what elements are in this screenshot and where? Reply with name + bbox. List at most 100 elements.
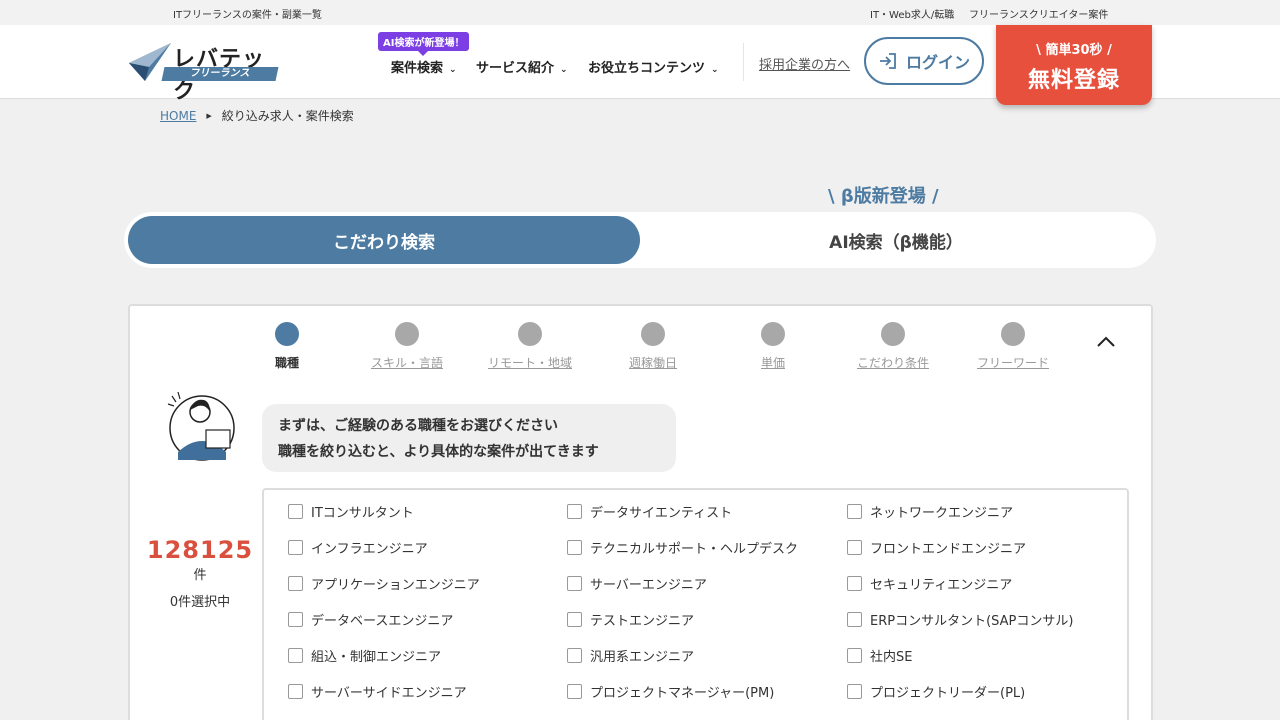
tab-ai-search[interactable]: AI検索（β機能）	[640, 216, 1152, 264]
recruiter-link[interactable]: 採用企業の方へ	[759, 54, 850, 73]
checkbox[interactable]	[847, 648, 862, 663]
job-option-label: 汎用系エンジニア	[590, 650, 695, 665]
ai-search-new-badge: AI検索が新登場！	[378, 32, 470, 56]
checkbox[interactable]	[567, 576, 582, 591]
chevron-down-icon: ⌄	[560, 65, 568, 75]
step-label: 週稼働日	[628, 356, 677, 370]
nav-services[interactable]: サービス紹介 ⌄	[476, 57, 568, 76]
step-preferences[interactable]: こだわり条件	[838, 322, 948, 371]
step-label: 職種	[274, 356, 299, 370]
checkbox[interactable]	[847, 540, 862, 555]
breadcrumb-home[interactable]: HOME	[160, 109, 196, 123]
job-option-label: フロントエンドエンジニア	[870, 542, 1027, 557]
logo[interactable]: レバテック フリーランス	[127, 41, 287, 104]
breadcrumb-current: 絞り込み求人・案件検索	[221, 109, 354, 123]
job-option[interactable]: 組込・制御エンジニア	[288, 646, 441, 665]
job-option-label: テストエンジニア	[590, 614, 695, 629]
register-subtext: \ 簡単30秒 /	[1036, 43, 1112, 58]
checkbox[interactable]	[288, 540, 303, 555]
job-option[interactable]: フロントエンドエンジニア	[847, 538, 1026, 557]
job-option[interactable]: セキュリティエンジニア	[847, 574, 1012, 593]
job-option-label: データサイエンティスト	[590, 506, 733, 521]
job-option[interactable]: ネットワークエンジニア	[847, 502, 1013, 521]
job-option-label: セキュリティエンジニア	[870, 578, 1013, 593]
top-bar: ITフリーランスの案件・副業一覧 IT・Web求人/転職 フリーランスクリエイタ…	[0, 0, 1280, 25]
checkbox[interactable]	[567, 648, 582, 663]
nav-job-search[interactable]: 案件検索 ⌄	[391, 57, 457, 76]
top-link-it-web-jobs[interactable]: IT・Web求人/転職	[870, 6, 954, 21]
step-remote-region[interactable]: リモート・地域	[475, 322, 585, 371]
job-option[interactable]: アプリケーションエンジニア	[288, 574, 480, 593]
result-count-unit: 件	[193, 568, 207, 583]
job-option-label: テクニカルサポート・ヘルプデスク	[590, 542, 799, 557]
guide-text-line2: 職種を絞り込むと、より具体的な案件が出てきます	[278, 444, 599, 460]
checkbox[interactable]	[288, 612, 303, 627]
job-option[interactable]: テクニカルサポート・ヘルプデスク	[567, 538, 798, 557]
job-option[interactable]: プロジェクトリーダー(PL)	[847, 682, 1025, 701]
checkbox[interactable]	[288, 648, 303, 663]
job-option[interactable]: サーバーエンジニア	[567, 574, 707, 593]
step-label: 単価	[760, 356, 785, 370]
job-option[interactable]: ITコンサルタント	[288, 502, 414, 521]
job-option-label: ITコンサルタント	[311, 506, 414, 521]
guide-text-line1: まずは、ご経験のある職種をお選びください	[278, 418, 558, 434]
header-divider	[743, 43, 744, 81]
search-panel: 職種 スキル・言語 リモート・地域 週稼働日 単価 こだわり条件 フリーワード	[128, 304, 1153, 720]
chevron-up-icon[interactable]	[1096, 334, 1116, 348]
advisor-avatar-icon	[167, 391, 235, 461]
guide-bubble: まずは、ご経験のある職種をお選びください 職種を絞り込むと、より具体的な案件が出…	[262, 404, 676, 472]
job-option[interactable]: プロジェクトマネージャー(PM)	[567, 682, 774, 701]
tab-detailed-search[interactable]: こだわり検索	[128, 216, 640, 264]
checkbox[interactable]	[567, 504, 582, 519]
step-job-type[interactable]: 職種	[232, 322, 342, 371]
selected-count: 0件選択中	[169, 595, 231, 610]
login-icon	[879, 53, 896, 69]
top-link-creator-jobs[interactable]: フリーランスクリエイター案件	[969, 6, 1108, 21]
beta-new-label: \ β版新登場 /	[828, 186, 939, 207]
checkbox[interactable]	[567, 612, 582, 627]
nav-job-search-label: 案件検索	[391, 61, 444, 76]
job-option[interactable]: ERPコンサルタント(SAPコンサル)	[847, 610, 1073, 629]
step-indicator	[395, 322, 419, 346]
checkbox[interactable]	[288, 504, 303, 519]
logo-subtext: フリーランス	[161, 67, 279, 81]
job-option[interactable]: テストエンジニア	[567, 610, 694, 629]
checkbox[interactable]	[847, 576, 862, 591]
job-type-list: ITコンサルタント データサイエンティスト ネットワークエンジニア インフラエン…	[262, 488, 1129, 720]
checkbox[interactable]	[567, 684, 582, 699]
job-option[interactable]: データベースエンジニア	[288, 610, 453, 629]
step-skills[interactable]: スキル・言語	[352, 322, 462, 371]
step-indicator	[881, 322, 905, 346]
job-option-label: サーバーエンジニア	[590, 578, 707, 593]
register-label: 無料登録	[1027, 68, 1120, 93]
step-indicator	[518, 322, 542, 346]
step-free-word[interactable]: フリーワード	[958, 322, 1068, 371]
step-label: スキル・言語	[370, 356, 443, 370]
step-label: フリーワード	[976, 356, 1049, 370]
checkbox[interactable]	[288, 684, 303, 699]
checkbox[interactable]	[288, 576, 303, 591]
job-option[interactable]: インフラエンジニア	[288, 538, 428, 557]
step-rate[interactable]: 単価	[718, 322, 828, 371]
nav-useful-content[interactable]: お役立ちコンテンツ ⌄	[588, 57, 719, 76]
checkbox[interactable]	[847, 504, 862, 519]
job-option-label: ERPコンサルタント(SAPコンサル)	[870, 614, 1074, 629]
step-label: リモート・地域	[487, 356, 572, 370]
step-weekly-days[interactable]: 週稼働日	[598, 322, 708, 371]
job-option[interactable]: 汎用系エンジニア	[567, 646, 694, 665]
checkbox[interactable]	[847, 684, 862, 699]
job-option-label: ネットワークエンジニア	[870, 506, 1014, 521]
checkbox[interactable]	[567, 540, 582, 555]
job-option-label: サーバーサイドエンジニア	[311, 686, 467, 701]
checkbox[interactable]	[847, 612, 862, 627]
job-option[interactable]: サーバーサイドエンジニア	[288, 682, 467, 701]
job-option[interactable]: データサイエンティスト	[567, 502, 732, 521]
job-option-label: データベースエンジニア	[311, 614, 454, 629]
chevron-down-icon: ⌄	[711, 65, 719, 75]
nav-useful-content-label: お役立ちコンテンツ	[588, 61, 706, 76]
login-button[interactable]: ログイン	[864, 37, 984, 85]
register-button[interactable]: \ 簡単30秒 / 無料登録	[996, 25, 1152, 105]
step-indicator	[1001, 322, 1025, 346]
job-option-label: アプリケーションエンジニア	[311, 578, 480, 593]
job-option[interactable]: 社内SE	[847, 646, 912, 665]
